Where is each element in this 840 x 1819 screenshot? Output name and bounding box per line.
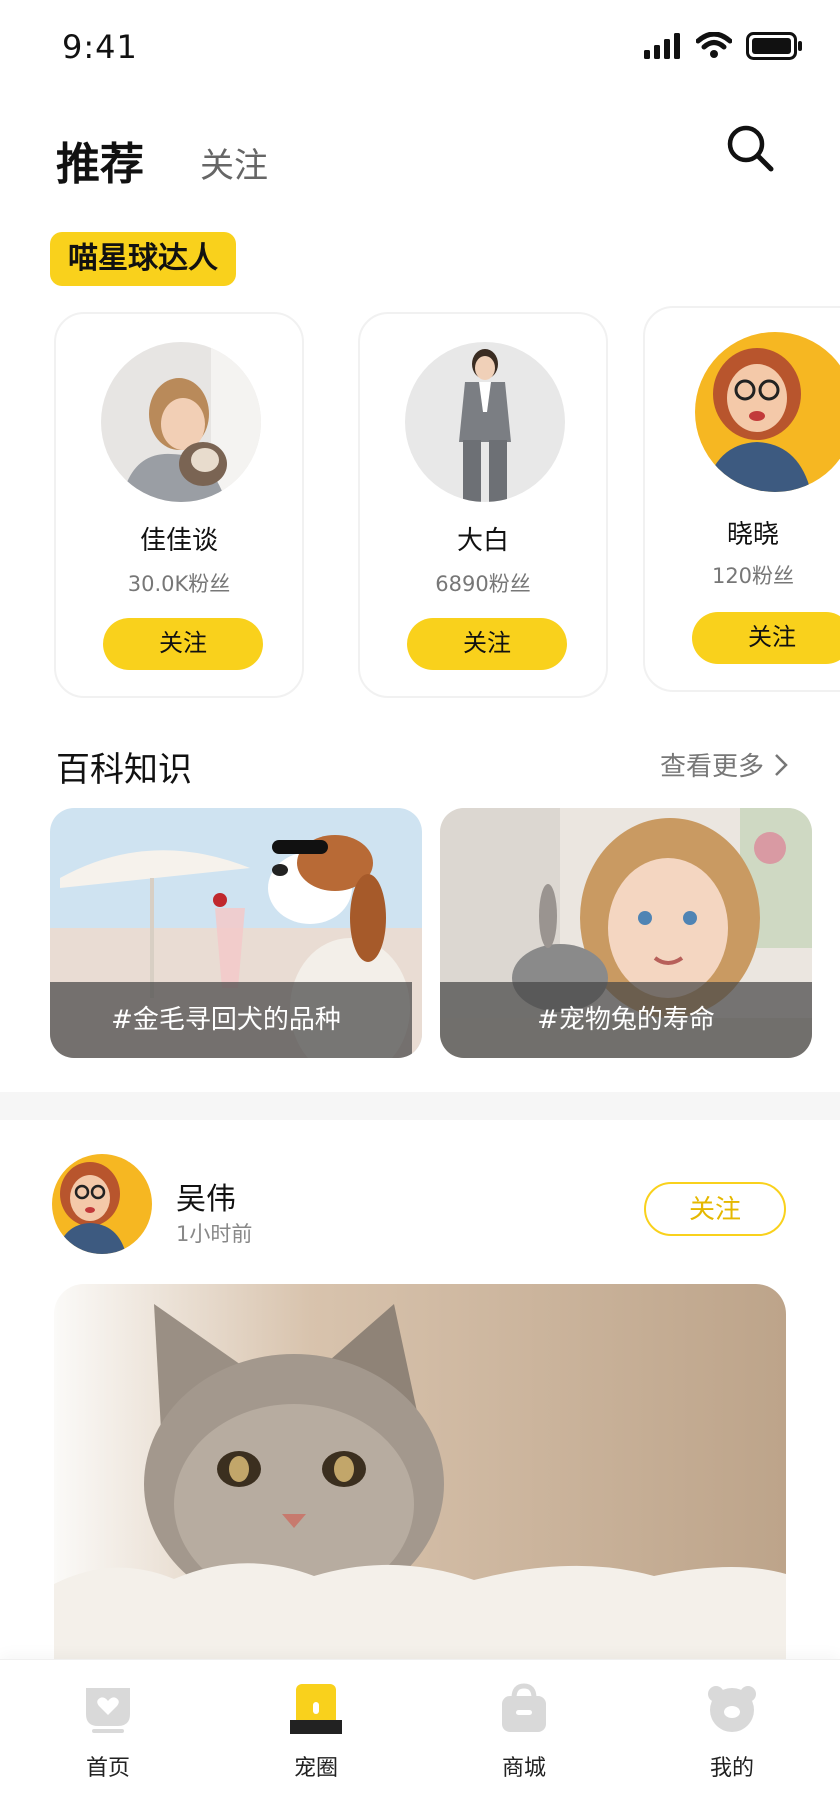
tab-pet-circle[interactable]: 宠圈 [256,1682,376,1782]
section-divider [0,1092,840,1120]
influencer-name: 晓晓 [726,520,779,550]
post-author-name[interactable]: 吴伟 [176,1174,236,1218]
status-icons [644,32,802,60]
encyclopedia-title: 百科知识 [56,750,192,790]
follow-button[interactable]: 关注 [692,612,840,664]
tab-me-label: 我的 [709,1756,754,1781]
follow-button[interactable]: 关注 [407,618,567,670]
tab-recommend[interactable]: 推荐 [56,128,144,192]
wifi-icon [696,32,732,58]
knowledge-card[interactable]: #宠物兔的寿命 [440,808,812,1058]
influencer-name: 大白 [456,526,509,556]
influencer-fans: 30.0K粉丝 [127,572,231,596]
signal-icon [644,33,680,59]
tab-home[interactable]: 首页 [48,1682,168,1782]
influencer-card[interactable]: 佳佳谈 30.0K粉丝 关注 [54,312,304,698]
pet-circle-icon [290,1684,342,1734]
app-screen: 9:41 推荐 关注 喵星球达人 佳佳谈 30.0K粉丝 关注 大白 6890粉… [0,0,840,1819]
tab-following[interactable]: 关注 [200,138,268,187]
cat-photo [54,1284,786,1684]
influencer-card[interactable]: 晓晓 120粉丝 关注 [643,306,840,692]
view-more-label: 查看更多 [659,752,764,782]
knowledge-card[interactable]: #金毛寻回犬的品种 [50,808,422,1058]
avatar [405,342,565,502]
post-image[interactable] [54,1284,786,1684]
knowledge-caption: #宠物兔的寿命 [440,982,812,1058]
follow-button[interactable]: 关注 [103,618,263,670]
avatar [695,332,840,492]
search-icon[interactable] [724,122,776,174]
view-more-link[interactable]: 查看更多 [660,746,788,783]
status-time: 9:41 [62,28,138,66]
tab-shop[interactable]: 商城 [464,1682,584,1782]
post-author-avatar[interactable] [52,1154,152,1254]
chevron-right-icon [775,753,788,776]
bottom-tab-bar: 首页 宠圈 商城 我的 [0,1659,840,1819]
tab-shop-label: 商城 [501,1756,546,1781]
influencer-fans: 120粉丝 [711,564,795,588]
home-icon [86,1688,130,1733]
knowledge-caption: #金毛寻回犬的品种 [50,982,412,1058]
influencer-section-badge: 喵星球达人 [50,232,236,286]
tab-home-label: 首页 [85,1756,130,1781]
profile-bear-icon [708,1686,756,1732]
tab-me[interactable]: 我的 [672,1682,792,1782]
influencer-fans: 6890粉丝 [435,572,531,596]
avatar [101,342,261,502]
post-timestamp: 1小时前 [176,1222,253,1246]
influencer-card[interactable]: 大白 6890粉丝 关注 [358,312,608,698]
battery-icon [746,32,802,60]
influencer-name: 佳佳谈 [139,526,218,556]
post-follow-button[interactable]: 关注 [644,1182,786,1236]
shop-bag-icon [502,1683,546,1732]
tab-pet-circle-label: 宠圈 [293,1756,338,1781]
